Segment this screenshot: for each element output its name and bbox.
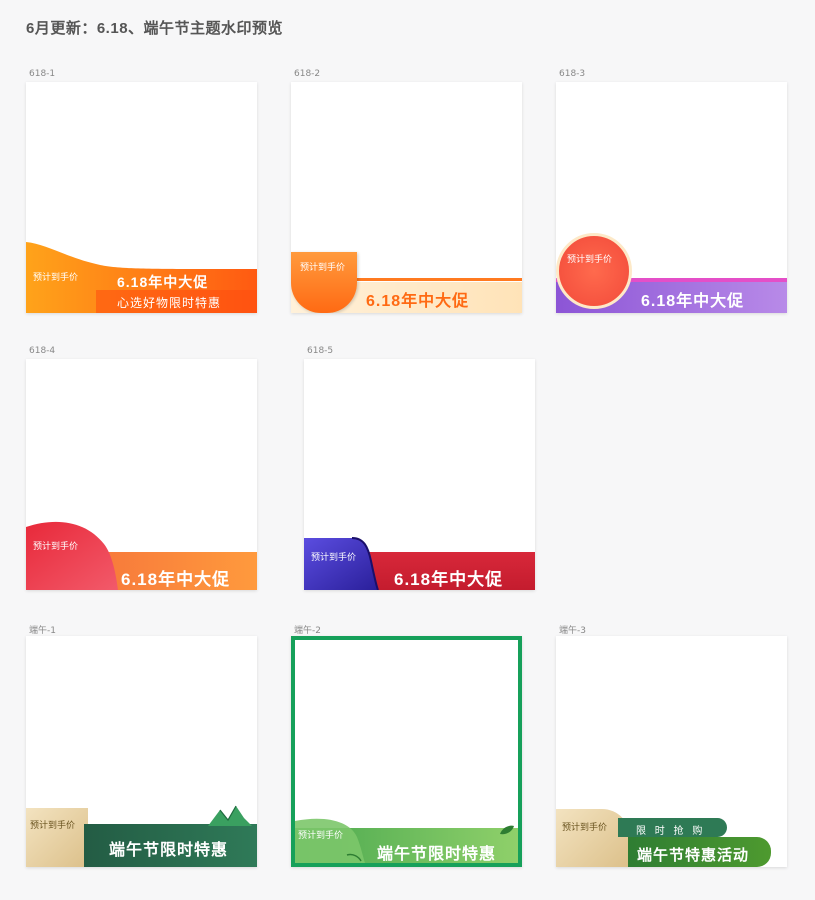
promo-title: 端午节限时特惠: [109, 842, 229, 859]
promo-title: 6.18年中大促: [117, 274, 209, 290]
price-tag-label: 预计到手价: [562, 822, 608, 832]
price-tag-label: 预计到手价: [300, 262, 346, 272]
card-label: 端午-2: [294, 626, 321, 636]
watermark-card-618-4[interactable]: 预计到手价 6.18年中大促: [26, 359, 257, 590]
card-label: 端午-1: [29, 626, 56, 636]
price-tag-label: 预计到手价: [33, 541, 79, 551]
price-tag-label: 预计到手价: [298, 830, 344, 840]
promo-subtitle: 心选好物限时特惠: [117, 296, 222, 310]
red-circle-badge: [556, 233, 632, 309]
promo-title: 6.18年中大促: [121, 570, 231, 589]
watermark-card-duanwu-3[interactable]: 预计到手价 限 时 抢 购 端午节特惠活动: [556, 636, 787, 867]
card-label: 618-4: [29, 346, 56, 356]
card-label: 618-2: [294, 69, 321, 79]
promo-title: 6.18年中大促: [394, 570, 504, 589]
watermark-card-618-2[interactable]: 预计到手价 6.18年中大促: [291, 82, 522, 313]
watermark-card-618-5[interactable]: 预计到手价 6.18年中大促: [304, 359, 535, 590]
promo-title: 6.18年中大促: [641, 293, 745, 310]
watermark-card-618-1[interactable]: 预计到手价 6.18年中大促 心选好物限时特惠: [26, 82, 257, 313]
card-label: 618-1: [29, 69, 56, 79]
card-label: 618-3: [559, 69, 586, 79]
watermark-card-618-3[interactable]: 预计到手价 6.18年中大促: [556, 82, 787, 313]
leaf-icon: [500, 825, 514, 835]
card-label: 端午-3: [559, 626, 586, 636]
watermark-card-duanwu-1[interactable]: 预计到手价 端午节限时特惠: [26, 636, 257, 867]
promo-title: 6.18年中大促: [366, 293, 470, 310]
price-tag-label: 预计到手价: [567, 254, 613, 264]
price-tag-label: 预计到手价: [311, 552, 357, 562]
price-tag-label: 预计到手价: [30, 820, 76, 830]
card-label: 618-5: [307, 346, 334, 356]
red-curve-shape: [26, 521, 118, 590]
watermark-card-duanwu-2[interactable]: 预计到手价 端午节限时特惠: [291, 636, 522, 867]
page-title: 6月更新：6.18、端午节主题水印预览: [26, 20, 284, 37]
beige-tag-box: [26, 808, 88, 867]
promo-title: 端午节特惠活动: [637, 847, 750, 864]
promo-title: 端午节限时特惠: [377, 846, 497, 863]
zongzi-leaf-icon: [208, 805, 252, 826]
promo-subtitle: 限 时 抢 购: [636, 826, 706, 837]
price-tag-label: 预计到手价: [33, 272, 79, 282]
